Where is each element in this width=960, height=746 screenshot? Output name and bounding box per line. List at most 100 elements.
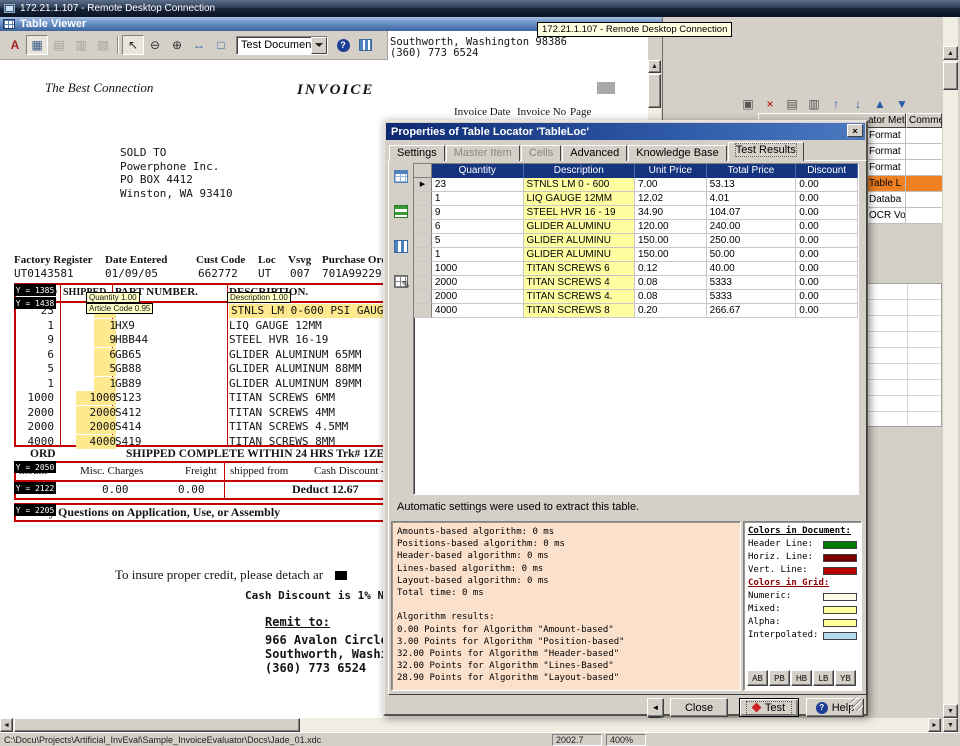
table-row[interactable]: 6GLIDER ALUMINU120.00240.000.00 — [414, 220, 858, 234]
grid-cell[interactable]: 40.00 — [707, 262, 797, 276]
table-row[interactable]: 5GLIDER ALUMINU150.00250.000.00 — [414, 234, 858, 248]
grid-cell[interactable]: 4.01 — [707, 192, 797, 206]
row-selector[interactable] — [414, 290, 432, 304]
grid-cell[interactable]: 2000 — [432, 290, 524, 304]
grid-cell[interactable]: 104.07 — [707, 206, 797, 220]
table-row[interactable]: 2000TITAN SCREWS 40.0853330.00 — [414, 276, 858, 290]
grid-cell[interactable]: 0.00 — [796, 206, 858, 220]
grid-cell[interactable]: 1 — [432, 248, 524, 262]
grid-cell[interactable]: 23 — [432, 178, 524, 192]
remove-row-icon[interactable]: ▥ — [804, 95, 824, 112]
test-button[interactable]: Test — [739, 698, 799, 717]
grid-column-header[interactable]: Quantity — [432, 164, 524, 178]
table-grid-view-icon[interactable] — [391, 165, 411, 187]
grid-cell[interactable]: 5333 — [707, 276, 797, 290]
row-selector[interactable] — [414, 206, 432, 220]
grid-cell[interactable]: 5 — [432, 234, 524, 248]
grid-cell[interactable]: GLIDER ALUMINU — [524, 248, 635, 262]
delete-icon[interactable]: × — [760, 95, 780, 112]
table-row[interactable]: 2000TITAN SCREWS 4.0.0853330.00 — [414, 290, 858, 304]
grid-cell[interactable]: 4000 — [432, 304, 524, 318]
row-selector[interactable] — [414, 192, 432, 206]
grid-cell[interactable]: 0.00 — [796, 276, 858, 290]
row-selector[interactable] — [414, 220, 432, 234]
grid-cell[interactable]: 0.00 — [796, 262, 858, 276]
table-row[interactable]: ▶23STNLS LM 0 - 6007.0053.130.00 — [414, 178, 858, 192]
scroll-thumb[interactable] — [943, 62, 958, 90]
grid-cell[interactable]: 2000 — [432, 276, 524, 290]
legend-button-pb[interactable]: PB — [769, 670, 790, 686]
grid-cell[interactable]: 1000 — [432, 262, 524, 276]
grid-cell[interactable]: 5333 — [707, 290, 797, 304]
dropdown-arrow-button[interactable] — [311, 37, 327, 54]
add-row-icon[interactable]: ▤ — [782, 95, 802, 112]
back-button[interactable]: ◄ — [647, 698, 664, 717]
scroll-up-button[interactable]: ▲ — [648, 60, 661, 73]
grid-cell[interactable]: TITAN SCREWS 8 — [524, 304, 635, 318]
table-row[interactable]: 1GLIDER ALUMINU150.0050.000.00 — [414, 248, 858, 262]
grid-cell[interactable]: 6 — [432, 220, 524, 234]
grid-cell[interactable]: 0.00 — [796, 178, 858, 192]
grid-cell[interactable]: 0.00 — [796, 192, 858, 206]
grid-cell[interactable]: 34.90 — [635, 206, 707, 220]
grid-cell[interactable]: 1 — [432, 192, 524, 206]
resize-grip[interactable] — [850, 698, 863, 711]
scroll-thumb[interactable] — [648, 74, 661, 108]
zoom-out-icon[interactable]: ⊖ — [144, 35, 166, 55]
grid-cell[interactable]: GLIDER ALUMINU — [524, 234, 635, 248]
tab-advanced[interactable]: Advanced — [562, 145, 627, 161]
grid-cell[interactable]: 0.20 — [635, 304, 707, 318]
grid-cell[interactable]: STNLS LM 0 - 600 — [524, 178, 635, 192]
help-icon[interactable]: ? — [332, 35, 354, 55]
scroll-right-button[interactable]: ► — [928, 718, 941, 732]
legend-button-yb[interactable]: YB — [835, 670, 856, 686]
row-selector[interactable]: ▶ — [414, 178, 432, 192]
sort-asc-icon[interactable]: ▲ — [870, 95, 890, 112]
tab-knowledge-base[interactable]: Knowledge Base — [628, 145, 727, 161]
scroll-thumb[interactable] — [14, 718, 300, 732]
grid-column-header[interactable]: Discount — [796, 164, 858, 178]
scroll-down-button[interactable]: ▼ — [943, 718, 958, 732]
grid-column-header[interactable]: Total Price — [707, 164, 797, 178]
tab-settings[interactable]: Settings — [389, 145, 445, 161]
grid-cell[interactable]: 0.00 — [796, 290, 858, 304]
scroll-down-button[interactable]: ▼ — [943, 704, 958, 718]
legend-button-lb[interactable]: LB — [813, 670, 834, 686]
legend-button-hb[interactable]: HB — [791, 670, 812, 686]
image-view-icon[interactable]: ▦ — [26, 35, 48, 55]
pointer-select-icon[interactable]: ↖ — [122, 35, 144, 55]
grid-cell[interactable]: TITAN SCREWS 4 — [524, 276, 635, 290]
grid-cell[interactable]: 7.00 — [635, 178, 707, 192]
grid-cell[interactable]: 53.13 — [707, 178, 797, 192]
grid-cell[interactable]: LIQ GAUGE 12MM — [524, 192, 635, 206]
fit-page-icon[interactable]: □ — [210, 35, 232, 55]
panel-vscroll[interactable]: ▲ ▼ ▼ — [943, 17, 958, 732]
grid-cell[interactable]: TITAN SCREWS 4. — [524, 290, 635, 304]
grid-cell[interactable]: 150.00 — [635, 234, 707, 248]
scroll-up-button[interactable]: ▲ — [943, 46, 958, 60]
grid-cell[interactable]: 0.12 — [635, 262, 707, 276]
grid-cell[interactable]: 0.08 — [635, 290, 707, 304]
document-hscroll[interactable]: ◄ ► — [0, 718, 941, 732]
dialog-close-action-button[interactable]: Close — [670, 698, 728, 717]
grid-cell[interactable]: 0.00 — [796, 304, 858, 318]
grid-cell[interactable]: 250.00 — [707, 234, 797, 248]
row-selector[interactable] — [414, 262, 432, 276]
table-row[interactable]: 9STEEL HVR 16 - 1934.90104.070.00 — [414, 206, 858, 220]
grid-cell[interactable]: GLIDER ALUMINU — [524, 220, 635, 234]
fit-width-icon[interactable]: ↔ — [188, 35, 210, 55]
grid-cell[interactable]: 0.00 — [796, 220, 858, 234]
grid-column-header[interactable]: Unit Price — [635, 164, 707, 178]
move-down-icon[interactable]: ↓ — [848, 95, 868, 112]
grid-cell[interactable]: 0.08 — [635, 276, 707, 290]
scroll-left-button[interactable]: ◄ — [0, 718, 13, 732]
table-row[interactable]: 4000TITAN SCREWS 80.20266.670.00 — [414, 304, 858, 318]
table-row[interactable]: 1000TITAN SCREWS 60.1240.000.00 — [414, 262, 858, 276]
grid-cell[interactable]: 240.00 — [707, 220, 797, 234]
document-set-dropdown[interactable]: Test Documents — [236, 36, 328, 55]
row-selector[interactable] — [414, 234, 432, 248]
grid-cell[interactable]: 0.00 — [796, 248, 858, 262]
table-row[interactable]: 1LIQ GAUGE 12MM12.024.010.00 — [414, 192, 858, 206]
zoom-in-icon[interactable]: ⊕ — [166, 35, 188, 55]
row-bands-view-icon[interactable] — [391, 200, 411, 222]
